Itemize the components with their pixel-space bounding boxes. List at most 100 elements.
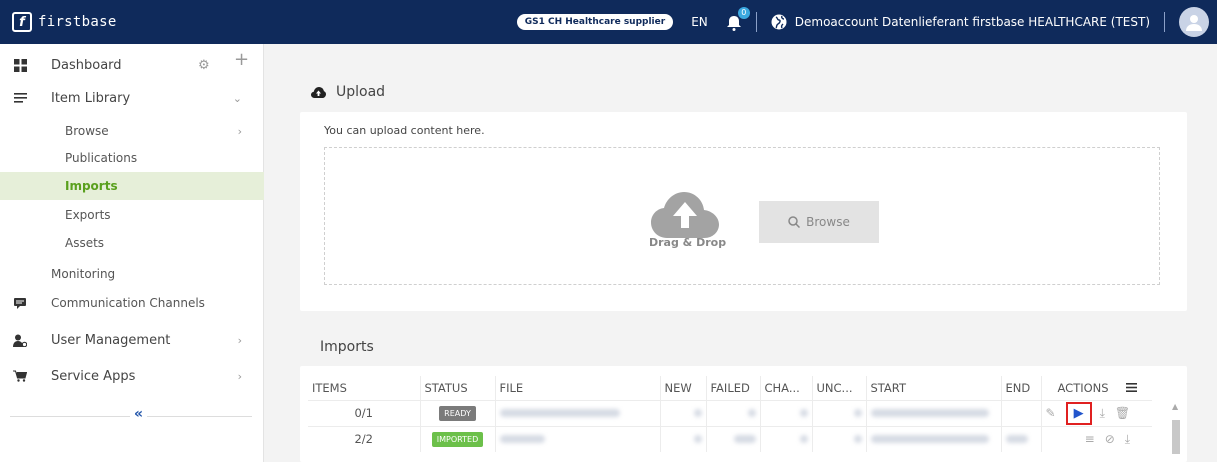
cell-end (1001, 399, 1042, 426)
top-right-group: GS1 CH Healthcare supplier EN 0 Demoacco… (516, 0, 1209, 44)
cell-changed (760, 425, 813, 452)
brand[interactable]: f firstbase (12, 12, 117, 32)
column-header-end[interactable]: END (1001, 376, 1042, 400)
blurred-value (693, 409, 702, 417)
sidebar-item-imports[interactable]: Imports (0, 172, 264, 200)
account-name[interactable]: Demoaccount Datenlieferant firstbase HEA… (795, 15, 1150, 29)
sidebar-item-monitoring[interactable]: Monitoring (0, 263, 264, 285)
sidebar-item-label: User Management (51, 332, 171, 348)
imports-table: ITEMS STATUS FILE NEW FAILED CHA... UNC.… (308, 376, 1153, 452)
column-header-actions: ACTIONS (1041, 376, 1152, 400)
actions-label: ACTIONS (1057, 380, 1109, 395)
drag-drop-label: Drag & Drop (649, 236, 727, 249)
double-chevron-left-icon[interactable]: « (130, 406, 148, 422)
cloud-upload-icon (311, 86, 326, 98)
table-scrollbar[interactable]: ▲ (1171, 402, 1181, 454)
blurred-value (799, 409, 808, 417)
edit-pencil-icon[interactable]: ✎ (1046, 406, 1056, 420)
sidebar-item-item-library[interactable]: Item Library ⌄ (0, 87, 264, 109)
blurred-value (870, 409, 989, 417)
sidebar-item-publications[interactable]: Publications (0, 147, 264, 169)
sidebar-item-dashboard[interactable]: Dashboard ⚙ + (0, 49, 264, 76)
cell-new (660, 425, 707, 452)
upload-section-title: Upload (311, 84, 385, 100)
column-header-new[interactable]: NEW (660, 376, 707, 400)
sidebar-item-label: Browse (65, 124, 109, 138)
sidebar-item-label: Dashboard (51, 57, 122, 73)
blurred-value (693, 435, 702, 444)
table-row[interactable]: 0/1 READY ✎ ▶ ⤓ 🗑 (308, 399, 1153, 426)
column-header-failed[interactable]: FAILED (706, 376, 761, 400)
divider (1164, 12, 1165, 32)
user-avatar-icon (1186, 15, 1202, 31)
cell-end (1001, 425, 1042, 452)
cell-failed (706, 399, 761, 426)
status-badge: IMPORTED (431, 432, 484, 448)
cell-actions: ✎ ▶ ⤓ 🗑 (1041, 399, 1153, 426)
blurred-value (499, 409, 620, 417)
notifications-button[interactable]: 0 (726, 7, 750, 31)
list-cancel-icon[interactable]: ⊘ (1105, 432, 1115, 446)
status-badge: READY (439, 406, 476, 421)
globe-icon (771, 14, 787, 30)
column-header-file[interactable]: FILE (495, 376, 661, 400)
column-header-start[interactable]: START (866, 376, 1002, 400)
sidebar-item-label: Monitoring (51, 267, 116, 281)
top-bar: f firstbase GS1 CH Healthcare supplier E… (0, 0, 1217, 44)
language-switcher[interactable]: EN (691, 15, 708, 29)
users-icon (13, 333, 27, 347)
trash-icon[interactable]: 🗑 (1115, 406, 1130, 420)
table-row[interactable]: 2/2 IMPORTED ≡ ⊘ ⤓ (308, 425, 1153, 452)
firstbase-logo-icon: f (12, 12, 32, 32)
column-header-items[interactable]: ITEMS (308, 376, 421, 400)
blurred-value (747, 409, 756, 417)
cell-items: 0/1 (308, 399, 421, 426)
sidebar-item-exports[interactable]: Exports (0, 204, 264, 226)
sidebar-item-assets[interactable]: Assets (0, 232, 264, 254)
menu-icon[interactable] (1126, 382, 1138, 392)
download-icon[interactable]: ⤓ (1100, 406, 1105, 421)
chevron-right-icon: › (237, 124, 242, 138)
sidebar-item-label: Service Apps (51, 368, 136, 384)
cell-status: IMPORTED (420, 425, 496, 452)
blurred-value (733, 435, 756, 444)
sidebar-item-label: Publications (65, 151, 138, 165)
scroll-thumb[interactable] (1172, 420, 1180, 454)
cell-unchanged (812, 399, 867, 426)
list-lines-icon (13, 91, 27, 105)
avatar[interactable] (1179, 7, 1209, 37)
upload-title: Upload (336, 84, 386, 100)
sidebar-item-user-management[interactable]: User Management › (0, 329, 264, 351)
chat-icon (13, 296, 27, 310)
sidebar-item-service-apps[interactable]: Service Apps › (0, 365, 264, 387)
download-icon[interactable]: ⤓ (1125, 432, 1130, 447)
plus-icon[interactable]: + (234, 49, 249, 70)
brand-name: firstbase (38, 14, 117, 30)
column-header-changed[interactable]: CHA... (760, 376, 813, 400)
sidebar-item-communication-channels[interactable]: Communication Channels (0, 292, 264, 314)
imports-section-title: Imports (320, 339, 374, 355)
cell-items: 2/2 (308, 425, 421, 452)
blurred-value (870, 435, 989, 444)
sidebar-item-browse[interactable]: Browse › (0, 120, 264, 142)
gear-icon[interactable]: ⚙ (198, 58, 210, 73)
browse-label: Browse (806, 215, 850, 229)
cell-start (866, 425, 1002, 452)
upload-hint: You can upload content here. (324, 124, 485, 137)
notifications-count: 0 (737, 7, 750, 19)
scroll-up-icon[interactable]: ▲ (1172, 402, 1178, 411)
search-icon (788, 216, 801, 228)
column-header-unchanged[interactable]: UNC... (812, 376, 867, 400)
drop-zone[interactable]: Drag & Drop Browse (324, 147, 1160, 285)
supplier-badge[interactable]: GS1 CH Healthcare supplier (516, 14, 674, 30)
list-lines-icon[interactable]: ≡ (1085, 432, 1095, 446)
chevron-right-icon: › (237, 369, 242, 383)
column-header-status[interactable]: STATUS (420, 376, 496, 400)
browse-button[interactable]: Browse (759, 201, 879, 243)
play-icon[interactable]: ▶ (1065, 401, 1092, 425)
bell-icon (726, 16, 741, 31)
cell-failed (706, 425, 761, 452)
cell-actions: ≡ ⊘ ⤓ (1041, 425, 1153, 452)
divider (755, 12, 757, 32)
cell-file (495, 425, 661, 452)
